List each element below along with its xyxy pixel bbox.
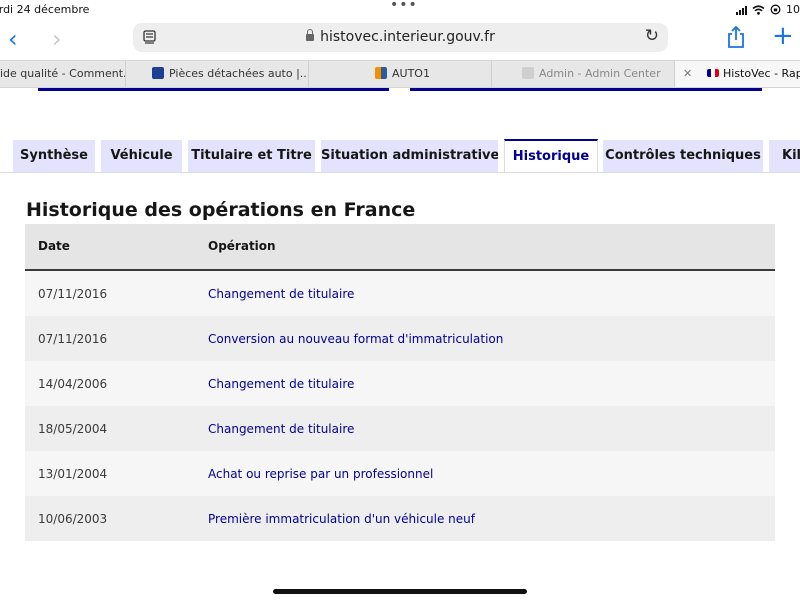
history-table: Date Opération 07/11/2016 Changement de … xyxy=(25,224,775,541)
column-header-date: Date xyxy=(38,239,70,253)
date-cell: 14/04/2006 xyxy=(38,377,108,391)
browser-tab-4[interactable]: Admin - Admin Center xyxy=(492,61,675,87)
date-cell: 10/06/2003 xyxy=(38,512,108,526)
date-cell: 07/11/2016 xyxy=(38,332,108,346)
browser-tab-label: ide qualité - Comment... xyxy=(0,67,126,80)
table-row: 07/11/2016 Changement de titulaire xyxy=(25,271,775,316)
browser-tab-label: AUTO1 xyxy=(392,67,430,80)
forward-icon[interactable]: › xyxy=(52,25,62,53)
table-row: 10/06/2003 Première immatriculation d'un… xyxy=(25,496,775,541)
tab-historique[interactable]: Historique xyxy=(504,139,598,173)
header-accent-line xyxy=(38,88,389,91)
status-bar: ardi 24 décembre ••• 10 xyxy=(0,0,800,20)
table-body: 07/11/2016 Changement de titulaire 07/11… xyxy=(25,271,775,541)
browser-tab-label: Admin - Admin Center xyxy=(539,67,661,80)
tab-situation-administrative[interactable]: Situation administrative xyxy=(321,140,498,172)
header-accent-line xyxy=(410,88,762,91)
date-cell: 18/05/2004 xyxy=(38,422,108,436)
url-display[interactable]: histovec.interieur.gouv.fr xyxy=(133,29,668,45)
new-tab-icon[interactable]: + xyxy=(772,21,794,51)
page-title: Historique des opérations en France xyxy=(26,199,416,221)
status-date: ardi 24 décembre xyxy=(0,3,90,16)
browser-tab-2[interactable]: Pièces détachées auto |... xyxy=(126,61,309,87)
browser-tab-1[interactable]: ide qualité - Comment... xyxy=(0,61,126,87)
battery-level: 10 xyxy=(786,3,800,16)
column-header-operation: Opération xyxy=(208,239,276,253)
browser-tab-active[interactable]: ✕ HistoVec - Rappo xyxy=(675,61,800,87)
wifi-icon xyxy=(752,4,765,15)
address-bar[interactable]: histovec.interieur.gouv.fr ↻ xyxy=(133,23,668,52)
tab-controles-techniques[interactable]: Contrôles techniques xyxy=(603,140,763,172)
french-flag-icon xyxy=(707,69,719,77)
auto1-favicon-icon xyxy=(375,67,387,79)
reload-icon[interactable]: ↻ xyxy=(645,26,659,46)
operation-link[interactable]: Changement de titulaire xyxy=(208,287,354,301)
table-row: 13/01/2004 Achat ou reprise par un profe… xyxy=(25,451,775,496)
tab-titulaire[interactable]: Titulaire et Titre xyxy=(188,140,315,172)
close-tab-icon[interactable]: ✕ xyxy=(683,61,695,87)
tab-kilometrage[interactable]: Kilo xyxy=(769,140,800,172)
share-icon[interactable] xyxy=(726,25,746,49)
browser-tab-strip: ide qualité - Comment... Pièces détachée… xyxy=(0,60,800,88)
table-row: 14/04/2006 Changement de titulaire xyxy=(25,361,775,406)
date-cell: 07/11/2016 xyxy=(38,287,108,301)
table-row: 18/05/2004 Changement de titulaire xyxy=(25,406,775,451)
tab-synthese[interactable]: Synthèse xyxy=(13,140,95,172)
url-text: histovec.interieur.gouv.fr xyxy=(320,29,495,45)
table-header: Date Opération xyxy=(25,224,775,271)
home-indicator[interactable] xyxy=(273,589,527,594)
browser-toolbar: ‹ › histovec.interieur.gouv.fr ↻ + xyxy=(0,20,800,58)
tab-list: Synthèse Véhicule Titulaire et Titre Sit… xyxy=(0,139,800,173)
operation-link[interactable]: Première immatriculation d'un véhicule n… xyxy=(208,512,475,526)
browser-tab-label: Pièces détachées auto |... xyxy=(169,67,309,80)
lock-icon xyxy=(306,29,315,41)
admin-favicon-icon xyxy=(522,67,534,79)
tab-vehicule[interactable]: Véhicule xyxy=(101,140,182,172)
cellular-signal-icon xyxy=(736,5,747,15)
operation-link[interactable]: Conversion au nouveau format d'immatricu… xyxy=(208,332,503,346)
browser-tab-label: HistoVec - Rappo xyxy=(723,67,800,80)
status-icons: 10 xyxy=(736,3,800,16)
orientation-lock-icon xyxy=(770,4,781,15)
table-row: 07/11/2016 Conversion au nouveau format … xyxy=(25,316,775,361)
multitask-dots-icon[interactable]: ••• xyxy=(390,0,418,13)
tab-panel-border xyxy=(0,172,800,173)
date-cell: 13/01/2004 xyxy=(38,467,108,481)
browser-tab-3[interactable]: AUTO1 xyxy=(309,61,492,87)
back-icon[interactable]: ‹ xyxy=(8,25,18,53)
operation-link[interactable]: Changement de titulaire xyxy=(208,377,354,391)
site-favicon-icon xyxy=(152,67,164,79)
operation-link[interactable]: Changement de titulaire xyxy=(208,422,354,436)
operation-link[interactable]: Achat ou reprise par un professionnel xyxy=(208,467,433,481)
